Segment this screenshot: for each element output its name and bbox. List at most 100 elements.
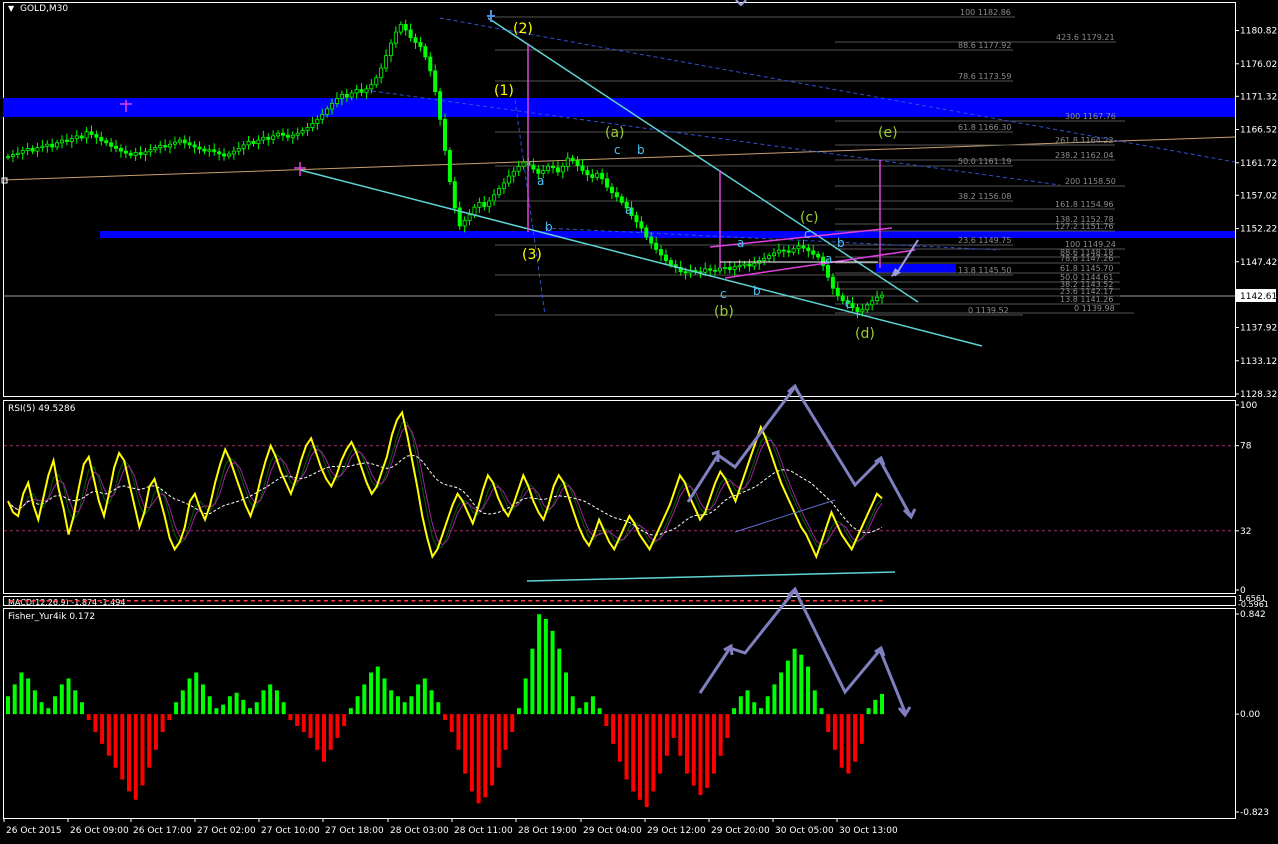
macd-bar bbox=[667, 600, 671, 602]
candle-bear bbox=[663, 254, 668, 261]
candle-bull bbox=[492, 194, 497, 202]
macd-bar bbox=[104, 600, 109, 602]
fisher-bar-positive bbox=[779, 672, 784, 715]
candle-bull bbox=[762, 258, 767, 261]
triangle-down-icon[interactable]: ▼ bbox=[8, 4, 15, 13]
candle-bear bbox=[585, 170, 590, 176]
candle-bull bbox=[226, 153, 231, 157]
macd-bar bbox=[477, 600, 482, 602]
fisher-bar-positive bbox=[752, 702, 757, 715]
candle-bull bbox=[467, 214, 472, 221]
candle-bull bbox=[276, 132, 281, 137]
fisher-bar-positive bbox=[187, 678, 192, 715]
candle-bear bbox=[285, 134, 290, 138]
macd-bar bbox=[258, 600, 263, 602]
macd-bar bbox=[265, 600, 270, 602]
candle-bear bbox=[442, 118, 447, 151]
fisher-bar-positive bbox=[19, 672, 24, 715]
fib-level-label: 300 1167.76 bbox=[1065, 112, 1116, 121]
macd-bar bbox=[280, 600, 285, 602]
fisher-bar-negative bbox=[691, 714, 696, 786]
fisher-bar-negative bbox=[456, 714, 461, 750]
fisher-bar-positive bbox=[516, 708, 521, 715]
macd-bar bbox=[177, 600, 182, 602]
wave-label: b bbox=[545, 220, 553, 234]
wave-label: c bbox=[804, 227, 811, 241]
candle-bull bbox=[752, 262, 757, 267]
fisher-bar-negative bbox=[604, 714, 609, 727]
macd-bar bbox=[250, 600, 255, 602]
macd-bar bbox=[360, 600, 365, 602]
fisher-bar-positive bbox=[738, 696, 743, 715]
candle-bear bbox=[89, 131, 94, 135]
time-tick-label: 28 Oct 03:00 bbox=[390, 826, 449, 836]
fisher-bar-positive bbox=[174, 702, 179, 715]
wave-label: b bbox=[753, 284, 761, 298]
fisher-bar-negative bbox=[160, 714, 165, 732]
fisher-bar-positive bbox=[46, 708, 51, 715]
candle-bull bbox=[177, 139, 182, 143]
macd-bar bbox=[353, 600, 358, 602]
time-tick-label: 29 Oct 12:00 bbox=[647, 826, 706, 836]
macd-bar bbox=[754, 600, 759, 602]
candle-bear bbox=[359, 89, 364, 93]
fisher-bar-negative bbox=[711, 714, 716, 774]
candle-bull bbox=[148, 149, 153, 153]
candle-bear bbox=[197, 146, 202, 150]
candle-bull bbox=[880, 294, 885, 298]
fisher-bar-negative bbox=[328, 714, 333, 750]
macd-bar bbox=[345, 600, 350, 602]
fib-level-label: 0 1139.52 bbox=[968, 306, 1009, 315]
fisher-bar-negative bbox=[167, 714, 172, 721]
wave-label: b bbox=[637, 143, 645, 157]
macd-histogram bbox=[10, 600, 883, 602]
candle-bull bbox=[541, 170, 546, 174]
macd-bar bbox=[710, 600, 715, 602]
macd-bar bbox=[834, 600, 839, 602]
fisher-bar-positive bbox=[409, 696, 414, 715]
price-axis: 1180.82 1176.02 1171.32 1166.52 1161.72 1157.… bbox=[1235, 27, 1277, 400]
macd-bar bbox=[170, 600, 175, 602]
macd-bar bbox=[126, 600, 131, 602]
fisher-bar-positive bbox=[429, 690, 434, 715]
candle-bull bbox=[158, 145, 163, 149]
macd-bar bbox=[521, 600, 525, 602]
candle-bear bbox=[202, 148, 207, 152]
fib-level-label: 423.6 1179.21 bbox=[1056, 33, 1115, 42]
candle-bear bbox=[811, 250, 816, 255]
resistance-zone-top bbox=[3, 98, 1235, 117]
rsi-lines bbox=[7, 409, 883, 560]
price-tick-label: 1137.92 bbox=[1240, 324, 1277, 334]
candle-bull bbox=[384, 55, 389, 69]
candle-bull bbox=[472, 206, 477, 216]
macd-bar bbox=[17, 600, 22, 602]
candle-bear bbox=[801, 245, 806, 249]
candle-bear bbox=[344, 93, 349, 98]
wave-label: (1) bbox=[494, 83, 514, 99]
fisher-bar-negative bbox=[133, 714, 138, 800]
candle-bull bbox=[703, 268, 708, 273]
fisher-bar-positive bbox=[732, 708, 737, 715]
fib-level-label: 127.2 1151.76 bbox=[1055, 222, 1114, 231]
macd-bar bbox=[871, 600, 876, 602]
fisher-bar-positive bbox=[564, 672, 569, 715]
macd-bar bbox=[820, 600, 825, 602]
fisher-bar-negative bbox=[140, 714, 145, 786]
fisher-bar-positive bbox=[758, 708, 763, 715]
price-tick-label: 1128.32 bbox=[1240, 390, 1277, 400]
candle-bull bbox=[796, 245, 801, 250]
candle-bear bbox=[118, 147, 123, 152]
macd-bar bbox=[396, 600, 401, 602]
chart-canvas[interactable]: ▼ GOLD,M30 1180.821176.021171.321166.521… bbox=[0, 0, 1278, 840]
candle-bear bbox=[683, 271, 688, 274]
candle-bull bbox=[732, 266, 737, 270]
macd-bar bbox=[331, 600, 336, 602]
candle-bear bbox=[50, 143, 55, 148]
candle-bull bbox=[315, 118, 320, 124]
candle-bear bbox=[806, 247, 811, 252]
macd-bar bbox=[659, 600, 664, 602]
fib-level-label: 78.6 1147.26 bbox=[1060, 254, 1113, 263]
line-anchor-handle[interactable] bbox=[1, 177, 8, 184]
candle-bear bbox=[531, 164, 536, 170]
candle-bull bbox=[560, 165, 565, 173]
